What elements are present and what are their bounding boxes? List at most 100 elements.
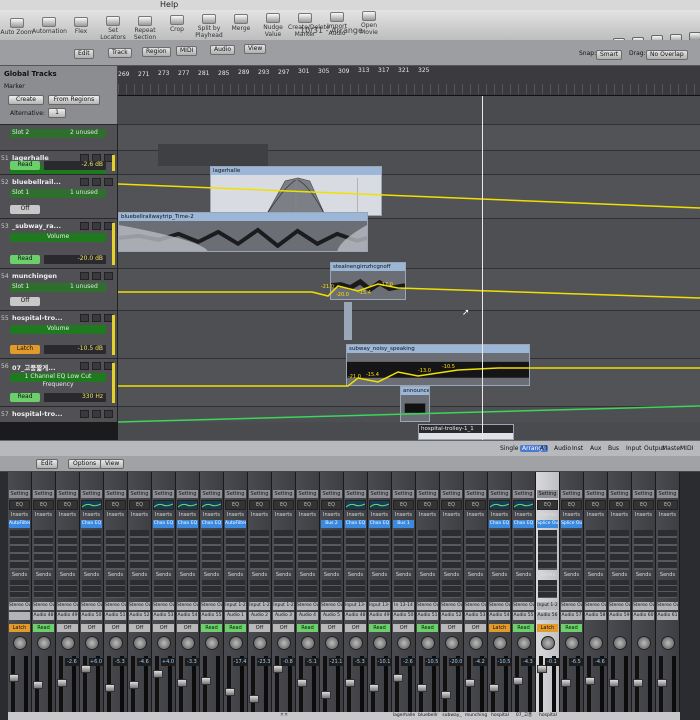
eq-display[interactable]: EQ — [9, 500, 30, 510]
send-slots[interactable] — [274, 580, 293, 598]
input-select[interactable]: Audio 59 — [609, 612, 630, 620]
input-select[interactable]: Audio 53 — [153, 612, 174, 620]
pan-knob[interactable] — [205, 636, 219, 650]
pan-knob[interactable] — [181, 636, 195, 650]
output-select[interactable]: Stereo Out — [153, 602, 174, 610]
insert-plugin-slot[interactable]: AutoFilter — [9, 520, 30, 528]
automation-mode-button[interactable]: Read — [10, 161, 40, 170]
channel-strip[interactable]: Setting Inserts Chan EQ Sends Stereo Out Audi… — [176, 472, 200, 720]
channel-strip[interactable]: Setting EQ Inserts Sends Stereo Out Audio 52 O… — [440, 472, 464, 720]
channel-name[interactable]: ㅊㅊ — [272, 712, 296, 720]
eq-display[interactable]: EQ — [249, 500, 270, 510]
setting-button[interactable]: Setting — [321, 490, 342, 498]
input-select[interactable]: Audio 54 — [177, 612, 198, 620]
pan-knob[interactable] — [637, 636, 651, 650]
eq-display[interactable] — [513, 500, 534, 510]
fader-cap[interactable] — [225, 688, 235, 697]
output-select[interactable]: Stereo Out — [177, 602, 198, 610]
channel-strip[interactable]: Setting EQ Inserts Sends Stereo Out Audio 58 -… — [584, 472, 608, 720]
fader-cap[interactable] — [465, 679, 475, 687]
track-header[interactable]: 54 munchingen Slot 11 unused Off — [0, 268, 118, 310]
insert-slots[interactable] — [106, 530, 125, 570]
fader-cap[interactable] — [177, 679, 187, 687]
fader-cap[interactable] — [249, 695, 259, 704]
automation-mode-button[interactable]: Latch — [10, 345, 40, 354]
automation-mode-button[interactable]: Off — [321, 624, 342, 632]
send-slots[interactable] — [394, 580, 413, 598]
insert-slots[interactable] — [514, 530, 533, 570]
channel-name[interactable]: hospital — [488, 712, 512, 720]
send-slots[interactable] — [346, 580, 365, 598]
automation-mode-button[interactable]: Off — [441, 624, 462, 632]
send-slots[interactable] — [298, 580, 317, 598]
mixer-filter-tab[interactable]: Bus — [608, 445, 619, 452]
mixer-filter-tab[interactable]: MIDI — [680, 445, 693, 452]
channel-strip[interactable]: Setting Inserts Chan EQ Sends Stereo Out Audi… — [200, 472, 224, 720]
channel-strip[interactable]: Setting EQ Inserts Sends Stereo Out Audio 4 Re… — [296, 472, 320, 720]
mixer-view-tab[interactable]: Single — [500, 445, 518, 452]
solo-button[interactable] — [92, 222, 101, 230]
create-marker-button[interactable]: Create — [8, 95, 44, 105]
output-select[interactable]: Stereo Out — [129, 602, 150, 610]
menu-edit[interactable]: Edit — [74, 49, 94, 59]
insert-slots[interactable] — [10, 530, 29, 570]
output-select[interactable]: Stereo Out — [9, 602, 30, 610]
automation-mode-button[interactable]: Off — [129, 624, 150, 632]
solo-button[interactable] — [92, 410, 101, 418]
setting-button[interactable]: Setting — [297, 490, 318, 498]
output-select[interactable]: Stereo Out — [657, 602, 678, 610]
toolbar-button[interactable]: Automation — [32, 17, 67, 35]
channel-name[interactable] — [176, 712, 200, 720]
output-select[interactable]: Input 1-2 — [249, 602, 270, 610]
input-select[interactable]: Audio 55 — [513, 612, 534, 620]
send-slots[interactable] — [466, 580, 485, 598]
insert-plugin-slot[interactable]: Chan EQ — [153, 520, 174, 528]
output-select[interactable]: Stereo Out — [441, 602, 462, 610]
eq-display[interactable]: EQ — [273, 500, 294, 510]
fader-cap[interactable] — [153, 669, 163, 678]
channel-strip[interactable]: Setting EQ Inserts Bus 2 Sends Stereo Out Audi… — [320, 472, 344, 720]
output-select[interactable]: Stereo Out — [609, 602, 630, 610]
channel-name[interactable] — [152, 712, 176, 720]
automation-value[interactable]: -2.6 dB — [44, 161, 106, 170]
eq-display[interactable] — [369, 500, 390, 510]
pan-knob[interactable] — [493, 636, 507, 650]
eq-display[interactable]: EQ — [57, 500, 78, 510]
input-select[interactable]: Audio 55 — [201, 612, 222, 620]
output-select[interactable]: In 13-14 — [393, 602, 414, 610]
channel-name[interactable] — [608, 712, 632, 720]
eq-display[interactable]: EQ — [225, 500, 246, 510]
setting-button[interactable]: Setting — [657, 490, 678, 498]
mute-button[interactable] — [80, 410, 89, 418]
eq-display[interactable]: EQ — [321, 500, 342, 510]
setting-button[interactable]: Setting — [81, 490, 102, 498]
send-slots[interactable] — [226, 580, 245, 598]
insert-slots[interactable] — [34, 530, 53, 570]
insert-slots[interactable] — [586, 530, 605, 570]
channel-strip[interactable]: Setting EQ Inserts Sends Stereo Out Audio 53 O… — [464, 472, 488, 720]
channel-name[interactable]: 07_고풍 — [512, 712, 536, 720]
fader-cap[interactable] — [273, 665, 283, 674]
automation-mode-button[interactable]: Off — [273, 624, 294, 632]
pan-knob[interactable] — [541, 636, 555, 650]
setting-button[interactable]: Setting — [249, 490, 270, 498]
setting-button[interactable]: Setting — [105, 490, 126, 498]
eq-display[interactable]: EQ — [633, 500, 654, 510]
fader-cap[interactable] — [633, 679, 643, 687]
eq-display[interactable]: EQ — [441, 500, 462, 510]
channel-name[interactable]: subway_ — [440, 712, 464, 720]
input-select[interactable]: Audio 58 — [585, 612, 606, 620]
automation-curves[interactable] — [118, 96, 700, 440]
automation-mode-button[interactable]: Off — [177, 624, 198, 632]
insert-plugin-slot[interactable]: Splice Out — [537, 520, 558, 528]
pan-knob[interactable] — [85, 636, 99, 650]
solo-button[interactable] — [92, 314, 101, 322]
channel-name[interactable] — [656, 712, 680, 720]
track-name[interactable]: hospital-tro... — [12, 314, 82, 322]
alternative-select[interactable]: 1 — [48, 108, 66, 118]
channel-strip[interactable]: Setting Inserts Chan EQ Sends Stereo Out Audi… — [512, 472, 536, 720]
insert-slots[interactable] — [250, 530, 269, 570]
insert-slots[interactable] — [490, 530, 509, 570]
eq-display[interactable]: EQ — [537, 500, 558, 510]
volume-fader[interactable] — [395, 656, 399, 712]
